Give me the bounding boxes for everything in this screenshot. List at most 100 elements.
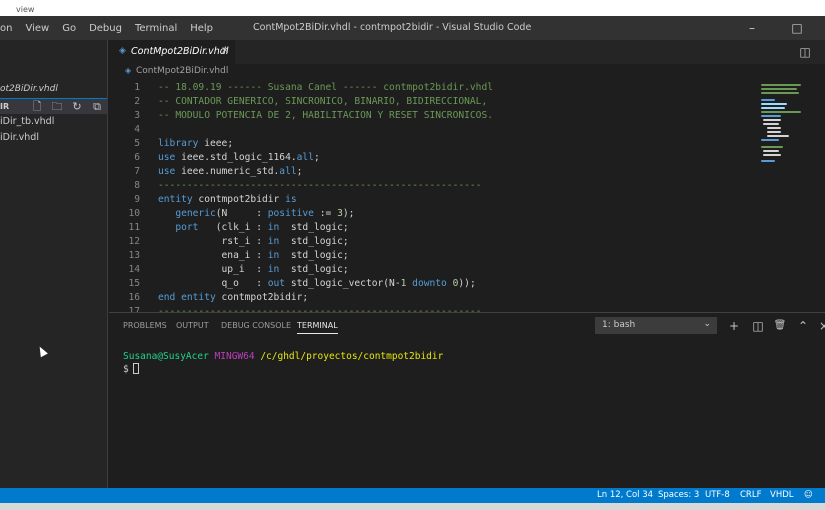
minimap-line	[761, 139, 779, 141]
code-token: all	[296, 152, 314, 163]
panel-tab-output[interactable]: OUTPUT	[176, 321, 209, 330]
terminal-cursor	[132, 363, 139, 374]
line-number: 17	[128, 306, 140, 312]
minimap-line	[761, 146, 783, 148]
new-folder-icon[interactable]: 🗀	[50, 100, 64, 114]
minimap[interactable]	[757, 80, 825, 312]
code-token: ;	[313, 152, 320, 163]
refresh-icon[interactable]: ↻	[70, 100, 84, 114]
code-line[interactable]: 6 use ieee.std_logic_1164.all;	[109, 151, 757, 165]
minimap-line	[767, 135, 789, 137]
code-text: entity contmpot2bidir is	[158, 193, 297, 207]
terminal-select[interactable]: 1: bash ⌄	[595, 317, 717, 334]
terminal-input-line[interactable]: $	[123, 363, 139, 376]
code-token: in	[267, 236, 280, 247]
code-editor[interactable]: 1 -- 18.09.19 ------ Susana Canel ------ …	[109, 80, 757, 312]
status-eol[interactable]: CRLF	[740, 490, 761, 500]
code-text: ----------------------------------------…	[158, 179, 481, 193]
code-token: :=	[313, 208, 338, 219]
window-title-wrap: ContMpot2BiDir.vhdl - contmpot2bidir - V…	[0, 16, 735, 40]
split-editor-icon[interactable]: ◫	[797, 44, 813, 60]
line-number: 9	[134, 194, 140, 205]
code-token: ----------------------------------------…	[158, 180, 482, 191]
minimap-line	[763, 119, 781, 121]
status-language[interactable]: VHDL	[770, 490, 794, 500]
explorer-open-file[interactable]: ot2BiDir.vhdl	[0, 84, 58, 94]
feedback-icon[interactable]: ☺	[804, 490, 813, 500]
line-number: 7	[134, 166, 140, 177]
minimap-line	[761, 92, 799, 94]
code-line[interactable]: 8 ---------------------------------------…	[109, 179, 757, 193]
code-text: q_o : out std_logic_vector(N-1 downto 0)…	[158, 277, 476, 291]
code-line[interactable]: 7 use ieee.numeric_std.all;	[109, 165, 757, 179]
code-token: library	[158, 138, 199, 149]
collapse-all-icon[interactable]: ⧉	[90, 100, 104, 114]
code-token: std_logic_vector(N-	[285, 278, 401, 289]
code-line[interactable]: 1 -- 18.09.19 ------ Susana Canel ------ …	[109, 81, 757, 95]
minimize-button[interactable]: –	[732, 16, 772, 40]
code-line[interactable]: 2 -- CONTADOR GENERICO, SINCRONICO, BINAR…	[109, 95, 757, 109]
panel-tab-debug-console[interactable]: DEBUG CONSOLE	[221, 321, 291, 330]
code-token: ));	[458, 278, 476, 289]
minimap-line	[761, 84, 801, 86]
code-token: ieee.numeric_std.	[175, 166, 280, 177]
breadcrumb-label[interactable]: ContMpot2BiDir.vhdl	[136, 66, 228, 76]
code-line[interactable]: 4	[109, 123, 757, 137]
line-number: 6	[134, 152, 140, 163]
code-token: (N :	[215, 208, 268, 219]
maximize-button[interactable]: □	[777, 16, 817, 40]
code-line[interactable]: 13 ena_i : in std_logic;	[109, 249, 757, 263]
code-line[interactable]: 5 library ieee;	[109, 137, 757, 151]
explorer-sidebar: ot2BiDir.vhdl IR 🗋 🗀 ↻ ⧉ iDir_tb.vhdl iD…	[0, 40, 108, 488]
code-line[interactable]: 12 rst_i : in std_logic;	[109, 235, 757, 249]
panel-tab-problems[interactable]: PROBLEMS	[123, 321, 167, 330]
code-token: std_logic;	[279, 250, 349, 261]
file-icon: ◈	[125, 66, 132, 75]
code-text: generic(N : positive := 3);	[158, 207, 354, 221]
line-number: 8	[134, 180, 140, 191]
code-token: std_logic;	[279, 264, 349, 275]
minimap-line	[761, 88, 797, 90]
explorer-folder-header[interactable]: IR 🗋 🗀 ↻ ⧉	[0, 98, 107, 114]
code-line[interactable]: 14 up_i : in std_logic;	[109, 263, 757, 277]
line-number: 10	[128, 208, 140, 219]
code-line[interactable]: 11 port (clk_i : in std_logic;	[109, 221, 757, 235]
close-panel-icon[interactable]: ×	[816, 318, 825, 334]
terminal-path: /c/ghdl/proyectos/contmpot2bidir	[260, 351, 444, 362]
editor-tab[interactable]: ◈ ContMpot2BiDir.vhdl ×	[109, 40, 235, 64]
status-indentation[interactable]: Spaces: 3	[658, 490, 699, 500]
bottom-strip	[0, 503, 825, 510]
code-line[interactable]: 9 entity contmpot2bidir is	[109, 193, 757, 207]
status-encoding[interactable]: UTF-8	[705, 490, 730, 500]
code-text: -- CONTADOR GENERICO, SINCRONICO, BINARI…	[158, 95, 487, 109]
code-line[interactable]: 10 generic(N : positive := 3);	[109, 207, 757, 221]
code-token: q_o :	[158, 278, 268, 289]
code-line[interactable]: 3 -- MODULO POTENCIA DE 2, HABILITACION Y…	[109, 109, 757, 123]
code-token: ieee;	[198, 138, 234, 149]
terminal-prompt: $	[123, 364, 129, 375]
line-number: 14	[128, 264, 140, 275]
code-line[interactable]: 16 end entity contmpot2bidir;	[109, 291, 757, 305]
code-line[interactable]: 15 q_o : out std_logic_vector(N-1 downto…	[109, 277, 757, 291]
trash-icon[interactable]: 🗑	[772, 318, 788, 334]
new-file-icon[interactable]: 🗋	[30, 100, 44, 114]
new-terminal-icon[interactable]: +	[726, 318, 742, 334]
code-text: port (clk_i : in std_logic;	[158, 221, 348, 235]
top-strip: view	[0, 0, 825, 16]
close-icon[interactable]: ×	[221, 45, 229, 56]
split-terminal-icon[interactable]: ◫	[750, 318, 766, 334]
code-token: downto	[406, 278, 453, 289]
explorer-file-tb[interactable]: iDir_tb.vhdl	[0, 116, 54, 127]
minimap-line	[761, 107, 785, 109]
editor-tab-bar: ◈ ContMpot2BiDir.vhdl × ◫	[109, 40, 825, 64]
code-line[interactable]: 17 --------------------------------------…	[109, 305, 757, 312]
panel-tab-terminal[interactable]: TERMINAL	[297, 321, 338, 334]
chevron-down-icon: ⌄	[703, 319, 711, 329]
code-token: contmpot2bidir	[192, 194, 286, 205]
explorer-file-main[interactable]: iDir.vhdl	[0, 132, 39, 143]
maximize-panel-icon[interactable]: ⌃	[795, 318, 811, 334]
status-cursor-position[interactable]: Ln 12, Col 34	[597, 490, 653, 500]
minimap-line	[763, 150, 779, 152]
code-token: out	[267, 278, 286, 289]
code-token: );	[342, 208, 355, 219]
